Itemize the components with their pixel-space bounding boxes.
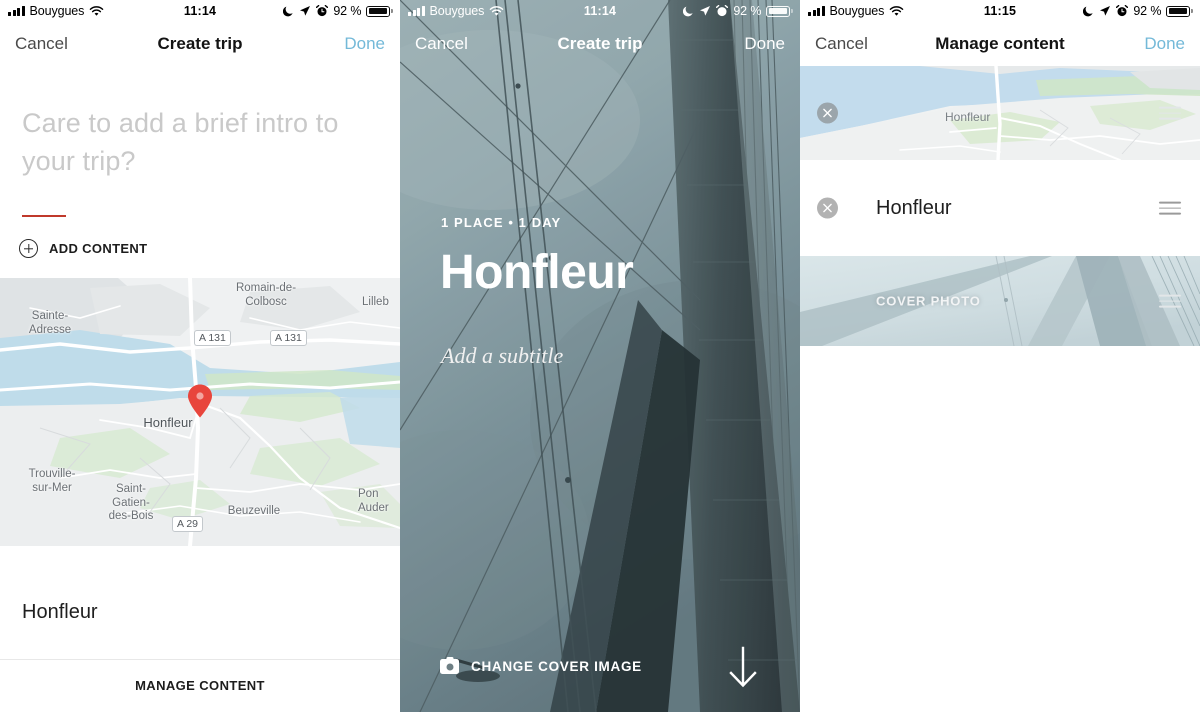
location-arrow-icon [700,6,711,16]
cancel-button[interactable]: Cancel [815,34,868,54]
panel-create-trip-editor: Bouygues 11:14 92 % Cancel Create trip D… [0,0,400,712]
alarm-clock-icon [716,5,729,17]
road-shield: A 29 [172,516,204,532]
battery-percent: 92 % [1133,4,1162,18]
moon-icon [683,6,693,17]
road-shield: A 131 [270,330,307,346]
close-circle-icon[interactable] [817,197,838,219]
content-row-place[interactable]: Honfleur [800,160,1200,256]
cancel-button[interactable]: Cancel [15,34,68,54]
divider [0,659,400,660]
three-screenshot-strip: Bouygues 11:14 92 % Cancel Create trip D… [0,0,1200,712]
status-bar: Bouygues 11:14 92 % [0,0,400,22]
status-bar-right: 92 % [283,4,393,18]
map-pin-icon [187,384,213,418]
trip-meta: 1 PLACE • 1 DAY [441,215,562,230]
manage-content-button[interactable]: MANAGE CONTENT [0,678,400,693]
camera-icon [440,659,459,674]
done-button[interactable]: Done [744,34,785,54]
panel-trip-cover-preview: Bouygues 11:14 92 % Cancel Create trip D… [400,0,800,712]
nav-bar: Cancel Create trip Done [400,22,800,66]
content-row-label: COVER PHOTO [876,293,981,309]
content-row-map[interactable]: Honfleur [800,66,1200,160]
moon-icon [1083,6,1093,17]
map-thumbnail: Honfleur [800,66,1200,160]
cancel-button[interactable]: Cancel [415,34,468,54]
location-arrow-icon [300,6,311,16]
plus-circle-icon [19,239,38,259]
location-arrow-icon [1100,6,1111,16]
change-cover-label: CHANGE COVER IMAGE [471,659,642,674]
cover-photo-thumbnail [800,256,1200,346]
alarm-clock-icon [316,5,329,17]
drag-handle-icon[interactable] [1159,201,1181,215]
moon-icon [283,6,293,17]
battery-percent: 92 % [733,4,762,18]
close-circle-icon[interactable] [817,102,838,124]
battery-icon [766,5,793,17]
drag-handle-icon[interactable] [1159,294,1181,308]
battery-icon [1166,5,1193,17]
status-bar: Bouygues 11:14 92 % [400,0,800,22]
nav-bar: Cancel Manage content Done [800,22,1200,66]
panel-manage-content: Bouygues 11:15 92 % Cancel Manage conten… [800,0,1200,712]
content-row-cover-photo[interactable]: COVER PHOTO [800,256,1200,346]
battery-icon [366,5,393,17]
status-bar-right: 92 % [683,4,793,18]
status-bar-right: 92 % [1083,4,1193,18]
subtitle-input[interactable]: Add a subtitle [441,343,563,369]
place-name[interactable]: Honfleur [0,601,120,624]
trip-title[interactable]: Honfleur [440,245,634,300]
change-cover-image-button[interactable]: CHANGE COVER IMAGE [440,659,642,674]
map-label-honfleur: Honfleur [945,110,991,124]
status-bar: Bouygues 11:15 92 % [800,0,1200,22]
alarm-clock-icon [1116,5,1129,17]
content-row-label: Honfleur [876,196,952,219]
trip-map[interactable]: Sainte- Adresse Romain-de- Colbosc Lille… [0,278,400,546]
add-content-label: ADD CONTENT [49,241,148,257]
nav-bar: Cancel Create trip Done [0,22,400,66]
add-content-button[interactable]: ADD CONTENT [19,239,400,259]
drag-handle-icon[interactable] [1159,106,1181,120]
battery-percent: 92 % [333,4,362,18]
done-button[interactable]: Done [344,34,385,54]
accent-divider [22,214,66,218]
arrow-down-icon[interactable] [726,646,760,690]
done-button[interactable]: Done [1144,34,1185,54]
trip-intro-input[interactable]: Care to add a brief intro to your trip? [22,104,378,181]
road-shield: A 131 [194,330,231,346]
